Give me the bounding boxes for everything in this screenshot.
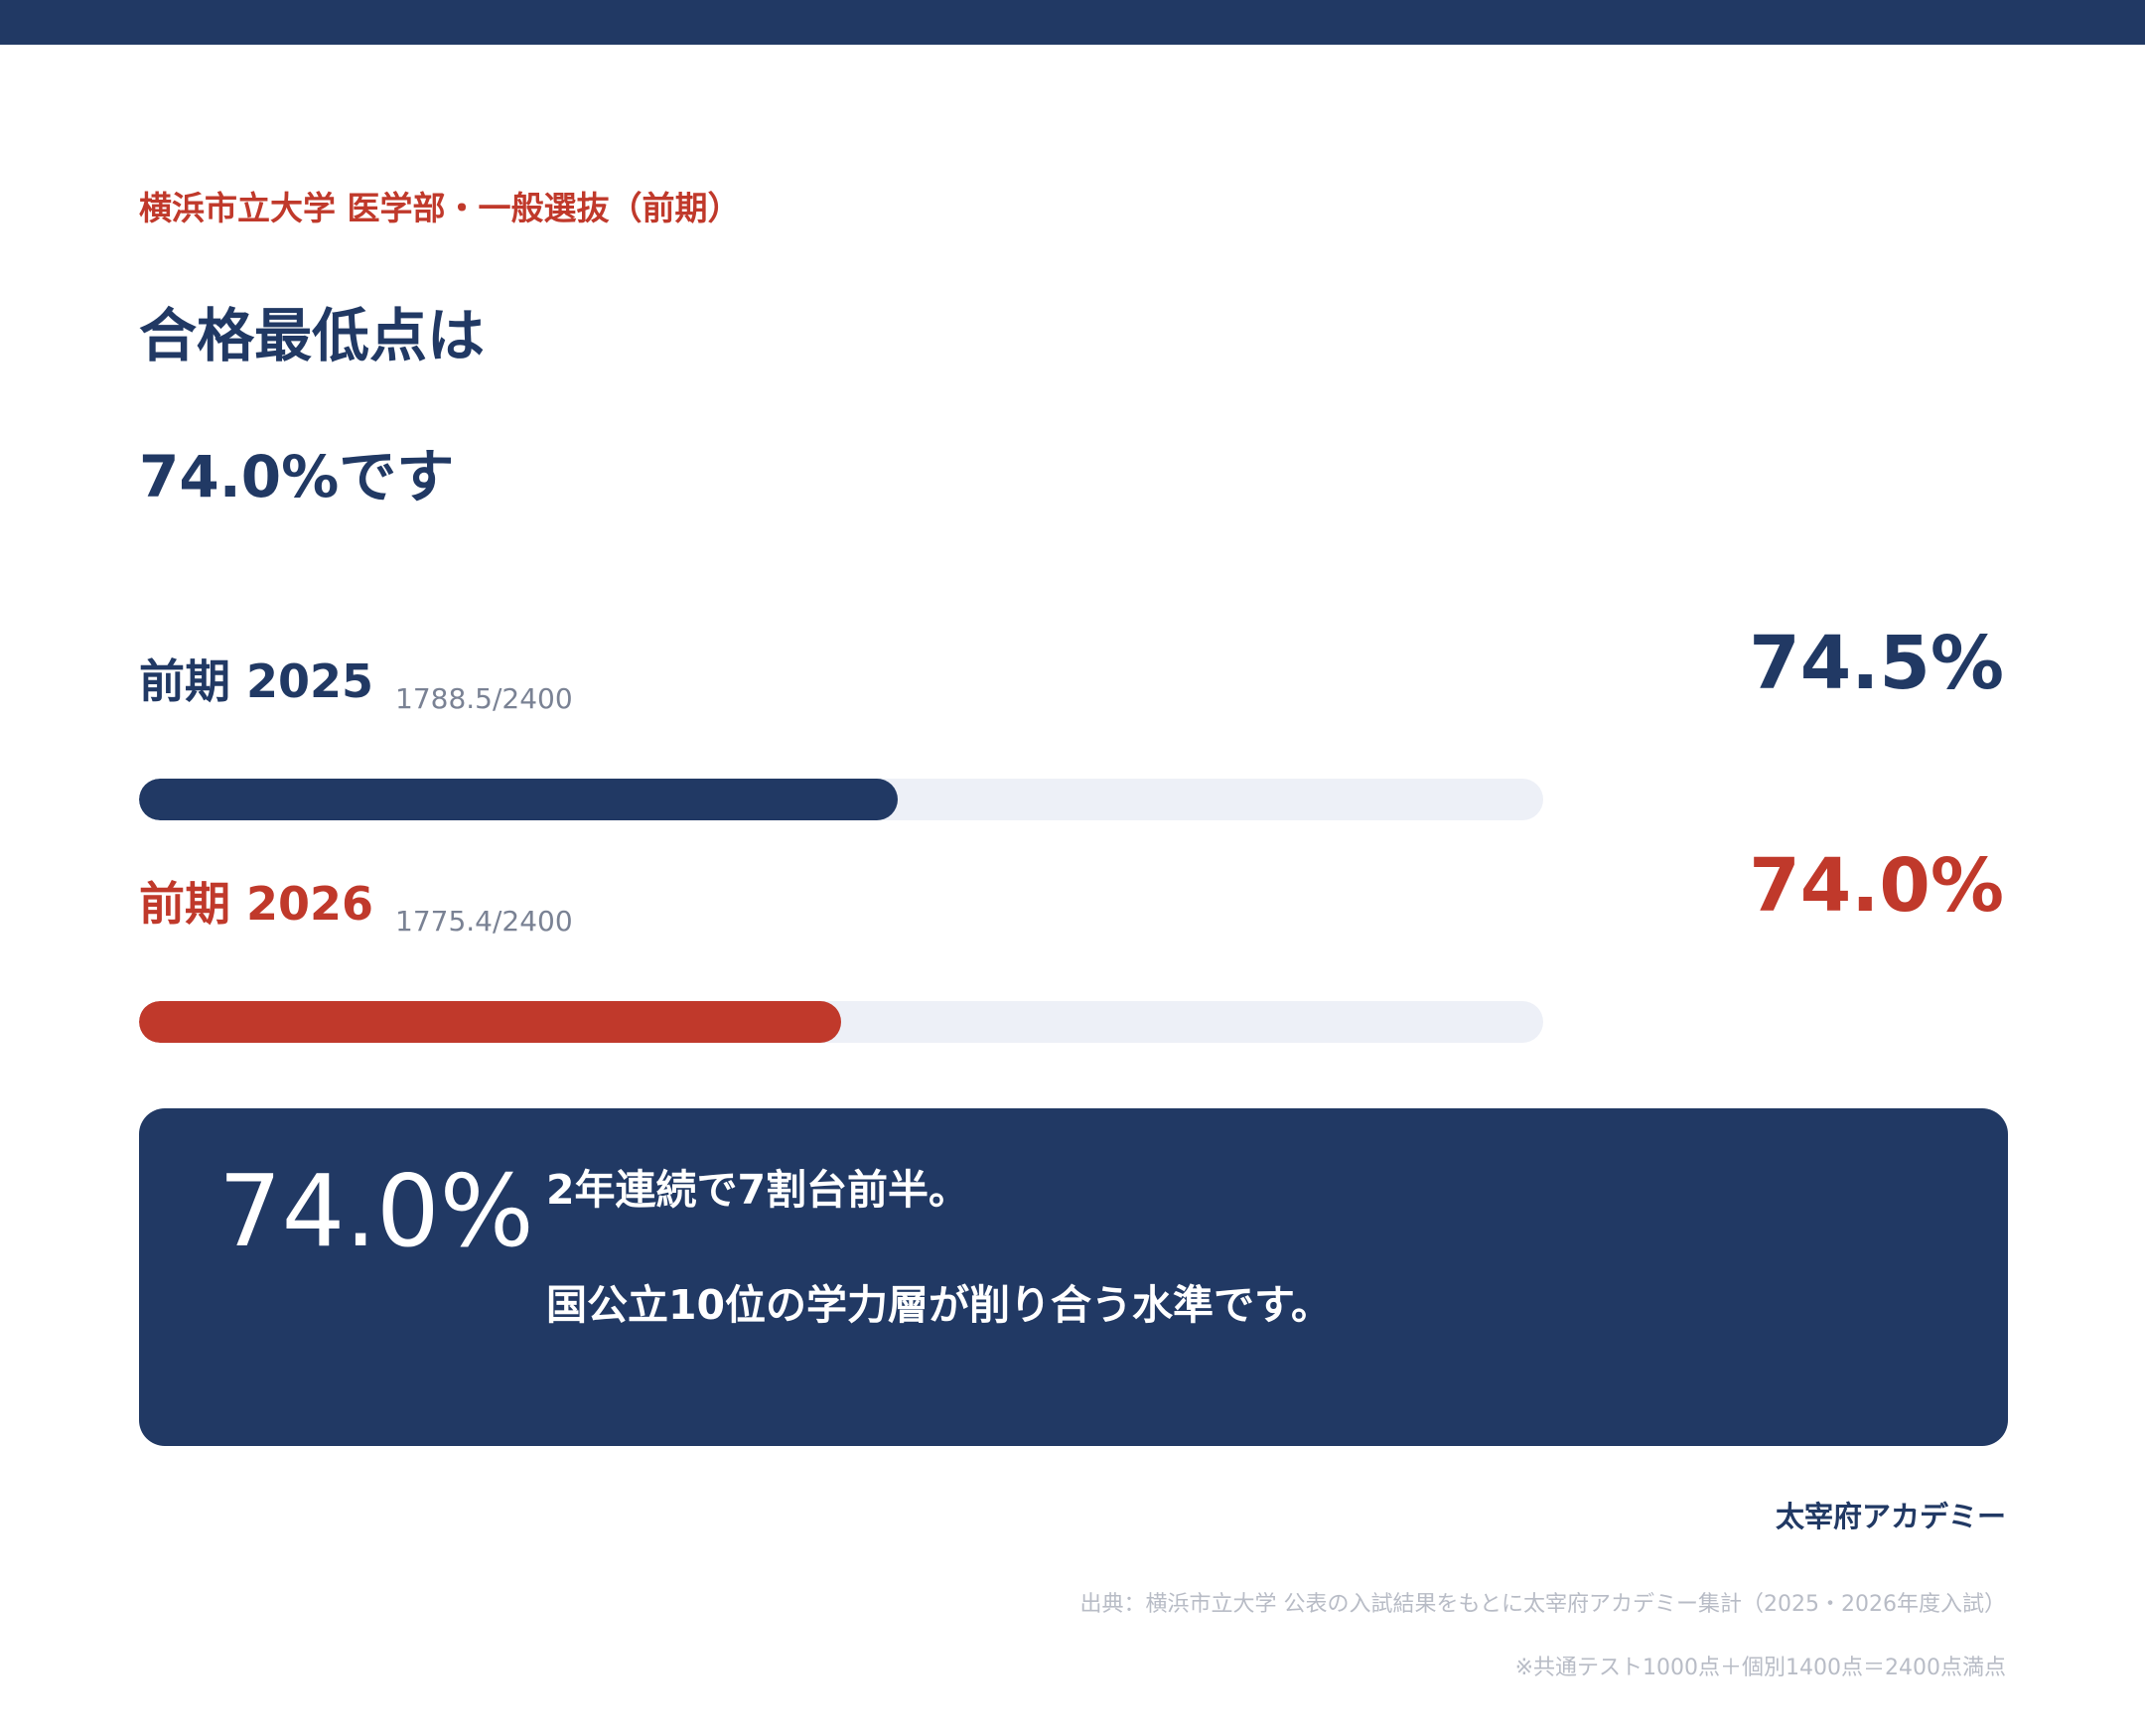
headline-line-1: 合格最低点は (139, 302, 486, 369)
top-accent-bar (0, 0, 2145, 45)
bar-track-2026 (139, 1001, 1543, 1043)
headline-line-2: 74.0%です (139, 443, 455, 510)
row-percent-2026: 74.0% (1749, 843, 2004, 929)
panel-line-1: 2年連続で7割台前半。 (546, 1166, 970, 1214)
summary-panel: 74.0% 2年連続で7割台前半。 国公立10位の学力層が削り合う水準です。 (139, 1108, 2008, 1446)
bar-fill-2025 (139, 779, 898, 820)
source-footnote: 出典：横浜市立大学 公表の入試結果をもとに太宰府アカデミー集計（2025・202… (1079, 1592, 2006, 1617)
row-percent-2025: 74.5% (1749, 621, 2004, 706)
panel-line-2: 国公立10位の学力層が削り合う水準です。 (546, 1281, 1332, 1329)
row-label-2026: 前期 2026 (139, 877, 374, 931)
panel-big-percent: 74.0% (218, 1153, 534, 1269)
row-label-2025: 前期 2025 (139, 654, 374, 708)
bar-track-2025 (139, 779, 1543, 820)
row-score-2026: 1775.4/2400 (395, 905, 573, 938)
university-subtitle: 横浜市立大学 医学部・一般選抜（前期） (139, 189, 741, 227)
row-score-2025: 1788.5/2400 (395, 682, 573, 715)
brand-name: 太宰府アカデミー (1775, 1500, 2006, 1533)
scoring-footnote: ※共通テスト1000点＋個別1400点＝2400点満点 (1514, 1656, 2006, 1680)
bar-fill-2026 (139, 1001, 841, 1043)
